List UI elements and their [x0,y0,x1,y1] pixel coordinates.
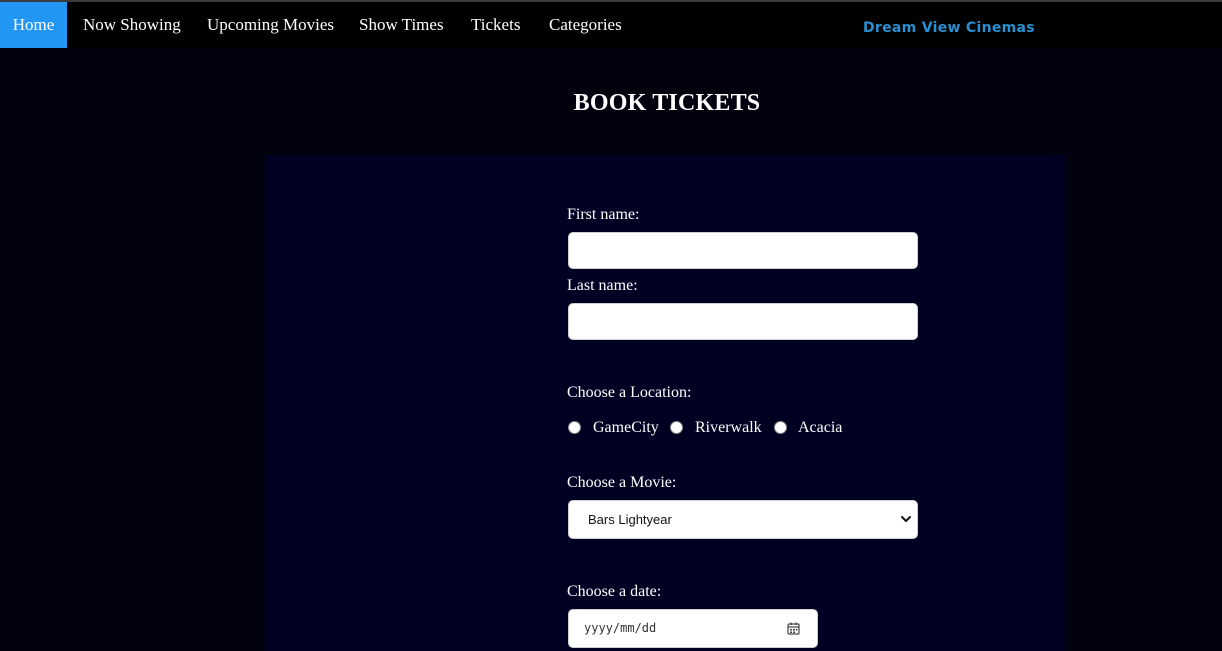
brand-name: Dream View Cinemas [863,20,1035,36]
nav-show-times[interactable]: Show Times [359,2,444,48]
location-radio-gamecity[interactable] [568,421,581,434]
movie-select-value: Bars Lightyear [588,512,672,527]
navbar: Home Now Showing Upcoming Movies Show Ti… [0,2,1222,48]
location-radio-acacia[interactable] [774,421,787,434]
nav-tickets[interactable]: Tickets [471,2,520,48]
nav-home[interactable]: Home [0,2,67,48]
page-title: BOOK TICKETS [573,90,761,116]
location-option-gamecity[interactable]: GameCity [593,419,659,437]
location-option-riverwalk[interactable]: Riverwalk [695,419,762,437]
date-placeholder: yyyy/mm/dd [584,621,657,635]
last-name-label: Last name: [567,277,638,294]
date-input[interactable]: yyyy/mm/dd [568,609,818,648]
last-name-input[interactable] [568,303,918,340]
chevron-down-icon [901,516,911,522]
movie-label: Choose a Movie: [567,474,677,491]
nav-categories[interactable]: Categories [549,2,622,48]
location-option-acacia[interactable]: Acacia [798,419,842,437]
nav-upcoming-movies[interactable]: Upcoming Movies [207,2,334,48]
first-name-label: First name: [567,206,640,223]
location-label: Choose a Location: [567,384,692,401]
booking-form-panel [266,155,1066,651]
movie-select[interactable]: Bars Lightyear [568,500,918,539]
first-name-input[interactable] [568,232,918,269]
location-radio-riverwalk[interactable] [670,421,683,434]
date-label: Choose a date: [567,583,662,600]
calendar-icon[interactable] [787,622,800,635]
nav-now-showing[interactable]: Now Showing [83,2,181,48]
